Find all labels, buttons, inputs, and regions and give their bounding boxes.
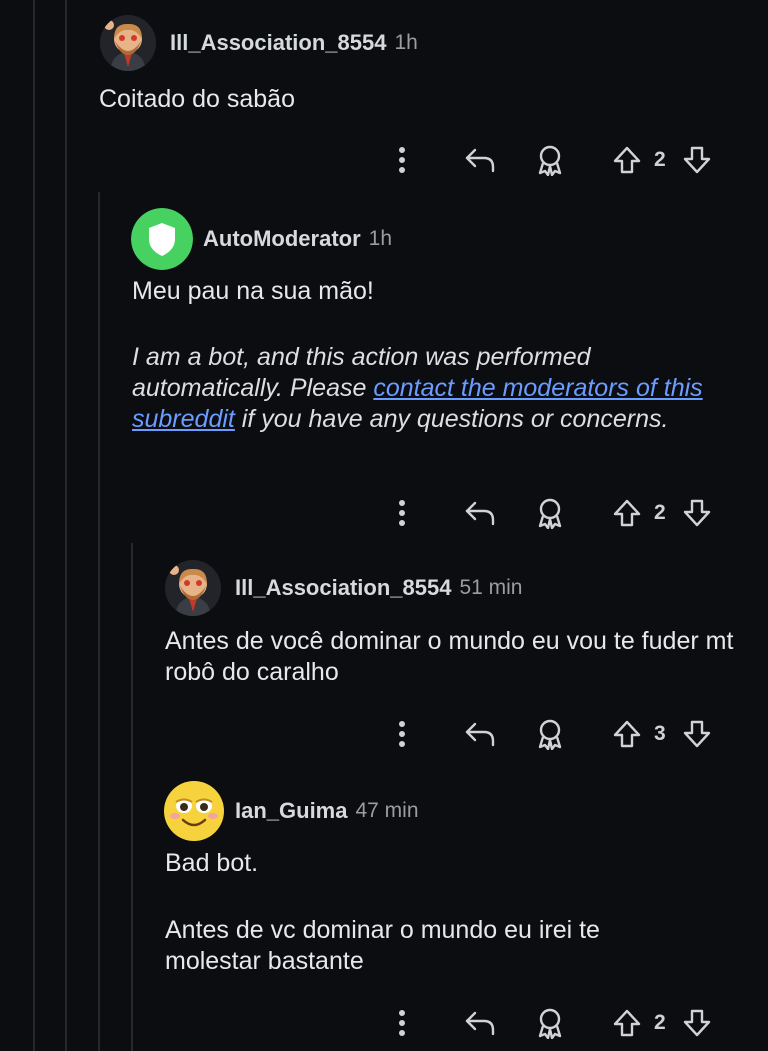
vote-count: 2 [654,148,666,171]
thread-line [131,543,133,1051]
thread-line [33,0,35,1051]
upvote-icon[interactable] [610,1003,644,1043]
upvote-icon[interactable] [610,493,644,533]
timestamp: 1h [368,227,393,250]
more-vertical-icon[interactable] [388,140,416,180]
more-vertical-icon[interactable] [388,714,416,754]
award-icon[interactable] [532,1003,568,1043]
award-icon[interactable] [532,493,568,533]
upvote-icon[interactable] [610,140,644,180]
automod-shield-avatar[interactable] [131,208,193,270]
vote-count: 2 [654,1011,666,1034]
award-icon[interactable] [532,140,568,180]
vote-count: 2 [654,501,666,524]
timestamp: 1h [394,31,418,54]
more-vertical-icon[interactable] [388,1003,416,1043]
bot-disclaimer-text: if you have any questions or concerns. [234,405,669,433]
thread-line [65,0,67,1051]
award-icon[interactable] [532,714,568,754]
reply-icon[interactable] [462,714,498,754]
username[interactable]: Ill_Association_8554 [170,30,386,56]
comment-actions: 3 [384,714,724,754]
comment-body: Meu pau na sua mão! [132,277,374,305]
upvote-icon[interactable] [610,714,644,754]
downvote-icon[interactable] [680,140,714,180]
downvote-icon[interactable] [680,1003,714,1043]
snoo-avatar[interactable] [165,560,221,616]
username[interactable]: Ian_Guima [235,798,347,824]
downvote-icon[interactable] [680,493,714,533]
username[interactable]: Ill_Association_8554 [235,575,451,601]
more-vertical-icon[interactable] [388,493,416,533]
downvote-icon[interactable] [680,714,714,754]
comment-actions: 2 [384,140,724,180]
reply-icon[interactable] [462,493,498,533]
bot-disclaimer: I am a bot, and this action was performe… [132,342,722,435]
comment-body-line: Antes de vc dominar o mundo eu irei te m… [165,916,600,975]
thread-line [98,192,100,1051]
comment-body: Coitado do sabão [99,85,295,113]
snoo-avatar[interactable] [100,15,156,71]
reply-icon[interactable] [462,1003,498,1043]
timestamp: 51 min [459,576,523,599]
timestamp: 47 min [355,799,419,822]
comment-actions: 2 [384,493,724,533]
vote-count: 3 [654,722,666,745]
comment-actions: 2 [384,1003,724,1043]
comment-body: Antes de você dominar o mundo eu vou te … [165,627,734,686]
username[interactable]: AutoModerator [203,226,361,252]
comment-body-line: Bad bot. [165,849,259,877]
reply-icon[interactable] [462,140,498,180]
smiley-avatar[interactable] [163,780,225,842]
